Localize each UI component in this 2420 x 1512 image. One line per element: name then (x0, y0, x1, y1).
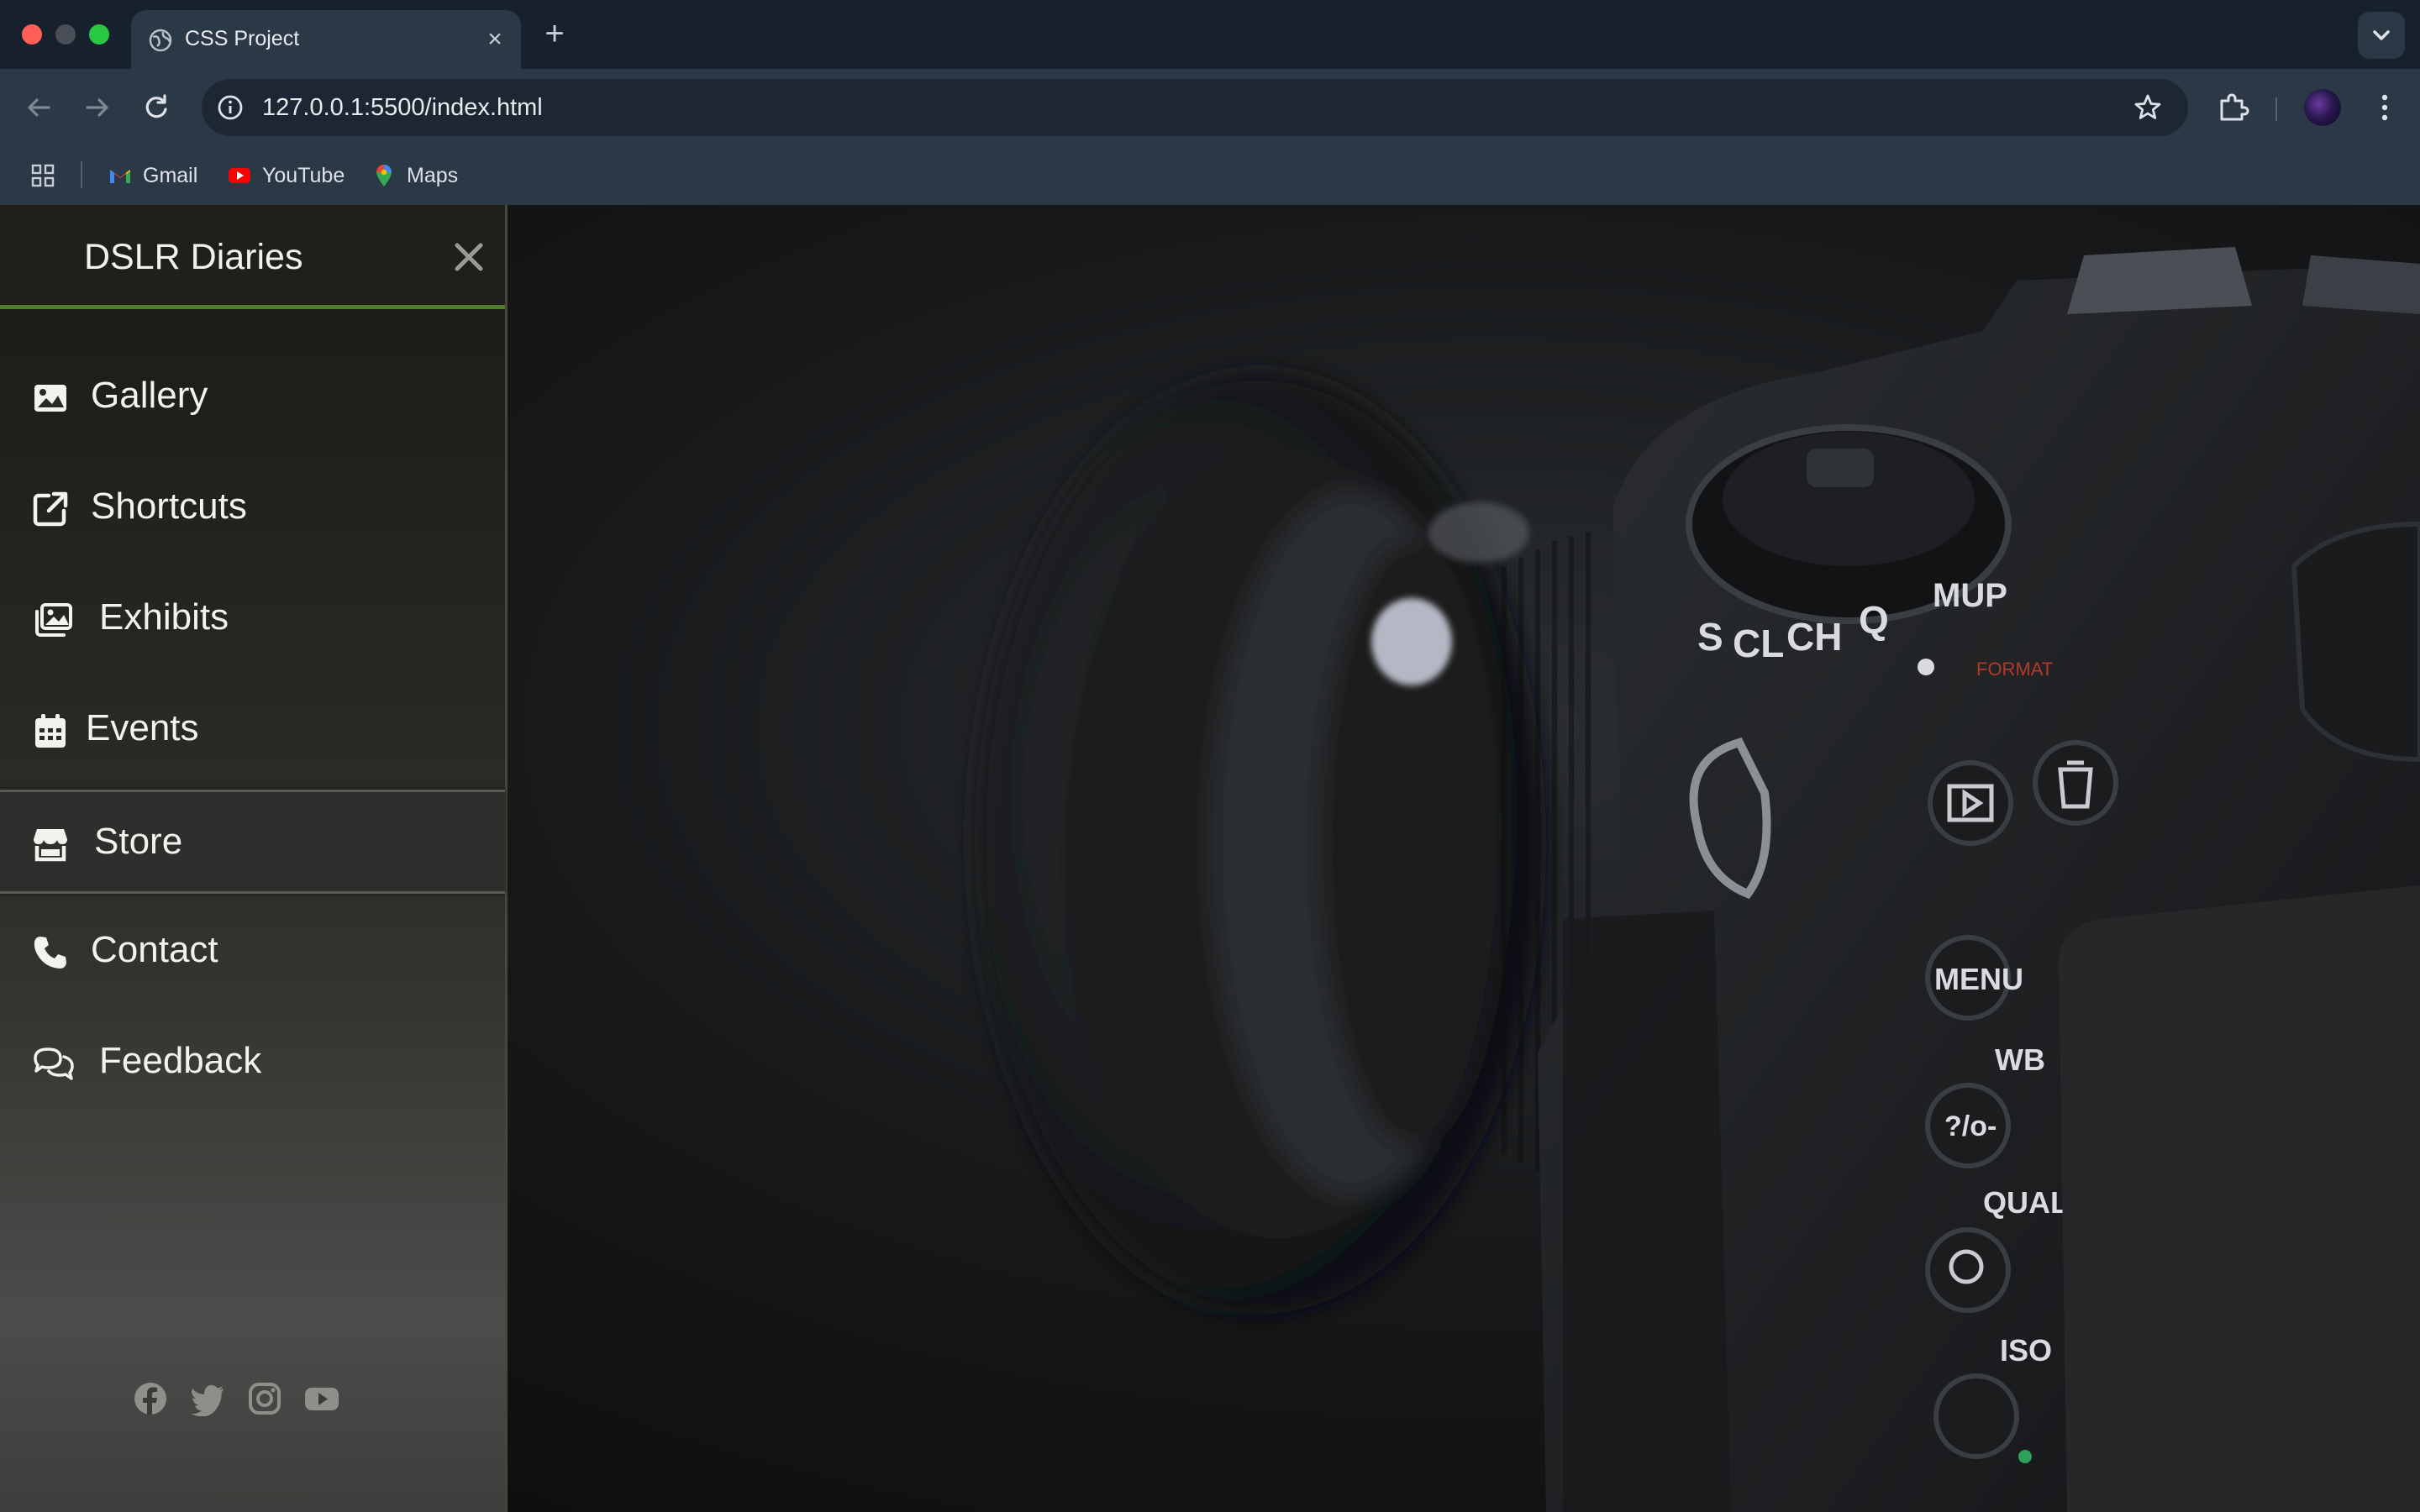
maps-icon (376, 165, 392, 186)
bookmark-youtube[interactable]: YouTube (227, 161, 345, 190)
svg-text:MUP: MUP (1933, 577, 2007, 614)
bookmarks-divider (81, 161, 82, 188)
extensions-puzzle-icon[interactable] (2215, 89, 2252, 126)
globe-icon (149, 29, 172, 52)
page-content: S CL CH Q MUP FORMAT MENU WB ?/o- QUAL I… (0, 205, 2420, 1512)
site-info-icon[interactable] (213, 91, 247, 124)
svg-text:ISO: ISO (2000, 1333, 2052, 1368)
sidebar-item-feedback[interactable]: Feedback (0, 1011, 505, 1116)
store-icon (34, 829, 67, 862)
bookmark-star-icon[interactable] (2133, 92, 2163, 123)
sidebar-item-label: Store (94, 821, 183, 862)
image-icon (34, 385, 66, 412)
sidebar-item-gallery[interactable]: Gallery (0, 346, 505, 450)
sidebar-item-label: Gallery (91, 375, 208, 416)
svg-text:MENU: MENU (1934, 962, 2023, 996)
calendar-icon (35, 714, 66, 748)
instagram-icon[interactable] (247, 1381, 282, 1416)
youtube-icon (229, 168, 250, 183)
svg-text:Q: Q (1859, 598, 1889, 642)
youtube-icon[interactable] (304, 1381, 339, 1416)
close-tab-icon[interactable]: × (482, 27, 508, 52)
browser-chrome: CSS Project × + 127.0.0.1:5500/index.htm… (0, 0, 2420, 205)
apps-grid-icon[interactable] (30, 163, 55, 188)
bookmarks-bar: Gmail YouTube Maps (0, 146, 2420, 205)
facebook-icon[interactable] (133, 1381, 168, 1416)
sidebar-item-store[interactable]: Store (0, 790, 505, 894)
svg-text:S: S (1697, 615, 1723, 659)
maximize-window-button[interactable] (89, 24, 109, 45)
back-arrow-icon[interactable] (20, 89, 57, 126)
toolbar-divider (2275, 97, 2277, 121)
svg-text:CH: CH (1786, 615, 1842, 659)
sidebar-item-contact[interactable]: Contact (0, 900, 505, 1005)
close-icon[interactable] (450, 239, 487, 276)
forward-arrow-icon[interactable] (79, 89, 116, 126)
svg-text:WB: WB (1995, 1042, 2045, 1077)
hero-camera-image: S CL CH Q MUP FORMAT MENU WB ?/o- QUAL I… (975, 247, 2420, 1512)
svg-text:?/o-: ?/o- (1944, 1110, 1996, 1142)
site-title: DSLR Diaries (84, 237, 303, 277)
address-bar[interactable]: 127.0.0.1:5500/index.html (202, 79, 2188, 136)
sidebar-nav: DSLR Diaries Gallery Shortcuts Exhibits … (0, 205, 508, 1512)
gmail-icon (110, 170, 130, 183)
tab-strip: CSS Project × + (0, 0, 2420, 69)
sidebar-item-label: Events (86, 707, 199, 748)
browser-tab[interactable]: CSS Project × (131, 10, 521, 69)
svg-text:QUAL: QUAL (1983, 1185, 2069, 1220)
bookmark-maps[interactable]: Maps (371, 161, 458, 190)
chevron-down-icon (2373, 30, 2390, 40)
url-text[interactable]: 127.0.0.1:5500/index.html (262, 94, 543, 122)
sidebar-item-label: Shortcuts (91, 486, 247, 527)
bookmark-maps-label: Maps (407, 163, 459, 187)
tab-title: CSS Project (185, 27, 300, 50)
minimize-window-button[interactable] (55, 24, 76, 45)
sidebar-item-exhibits[interactable]: Exhibits (0, 568, 505, 672)
sidebar-item-events[interactable]: Events (0, 679, 505, 783)
new-tab-button[interactable]: + (539, 17, 570, 50)
sidebar-item-label: Feedback (99, 1040, 262, 1081)
sidebar-header: DSLR Diaries (0, 205, 505, 309)
sidebar-item-shortcuts[interactable]: Shortcuts (0, 457, 505, 561)
phone-icon (34, 937, 66, 969)
comments-icon (34, 1047, 74, 1080)
reload-icon[interactable] (138, 89, 175, 126)
external-link-icon (33, 491, 68, 527)
images-icon (35, 603, 72, 637)
svg-text:FORMAT: FORMAT (1976, 659, 2053, 680)
sidebar-item-label: Contact (91, 929, 218, 970)
bookmark-youtube-label: YouTube (262, 163, 345, 187)
social-links (133, 1381, 339, 1416)
browser-toolbar: 127.0.0.1:5500/index.html (0, 69, 2420, 146)
tab-search-button[interactable] (2358, 12, 2405, 59)
profile-avatar[interactable] (2304, 89, 2341, 126)
more-vert-icon[interactable] (2370, 89, 2400, 126)
svg-text:CL: CL (1733, 622, 1784, 665)
bookmark-gmail-label: Gmail (143, 163, 198, 187)
twitter-icon[interactable] (190, 1381, 225, 1416)
bookmark-gmail[interactable]: Gmail (108, 161, 197, 190)
close-window-button[interactable] (22, 24, 42, 45)
sidebar-item-label: Exhibits (99, 596, 229, 638)
